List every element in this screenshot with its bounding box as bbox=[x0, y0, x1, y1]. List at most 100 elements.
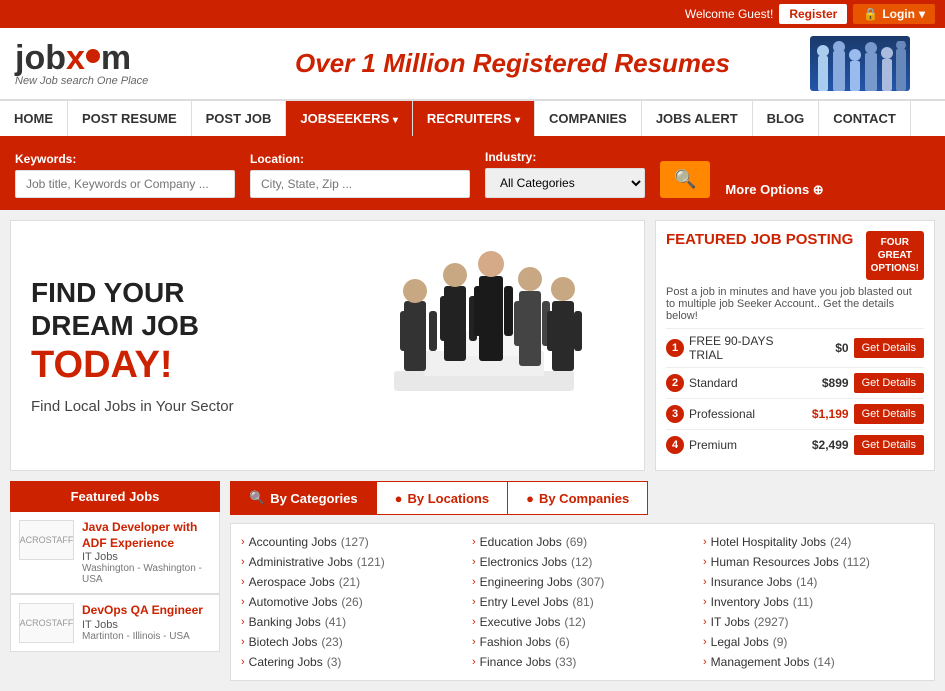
more-options-link[interactable]: More Options ⊕ bbox=[725, 182, 823, 198]
cat-label[interactable]: Executive Jobs bbox=[480, 615, 561, 629]
nav-jobs-alert[interactable]: JOBS ALERT bbox=[642, 101, 753, 136]
category-item[interactable]: › Biotech Jobs (23) bbox=[241, 632, 462, 652]
cat-arrow-icon: › bbox=[703, 556, 707, 568]
get-details-button[interactable]: Get Details bbox=[854, 373, 924, 393]
cat-label[interactable]: Electronics Jobs bbox=[480, 555, 567, 569]
cat-label[interactable]: Fashion Jobs bbox=[480, 635, 551, 649]
cat-arrow-icon: › bbox=[472, 596, 476, 608]
cat-label[interactable]: Engineering Jobs bbox=[480, 575, 573, 589]
category-item[interactable]: › Entry Level Jobs (81) bbox=[472, 592, 693, 612]
cat-arrow-icon: › bbox=[703, 636, 707, 648]
nav-post-job[interactable]: POST JOB bbox=[192, 101, 287, 136]
category-item[interactable]: › Aerospace Jobs (21) bbox=[241, 572, 462, 592]
category-item[interactable]: › Catering Jobs (3) bbox=[241, 652, 462, 672]
cat-label[interactable]: Legal Jobs bbox=[711, 635, 769, 649]
nav-home[interactable]: HOME bbox=[0, 101, 68, 136]
nav-companies[interactable]: COMPANIES bbox=[535, 101, 642, 136]
cat-arrow-icon: › bbox=[703, 536, 707, 548]
category-item[interactable]: › IT Jobs (2927) bbox=[703, 612, 924, 632]
category-item[interactable]: › Management Jobs (14) bbox=[703, 652, 924, 672]
job-title[interactable]: Java Developer with ADF Experience bbox=[82, 520, 211, 551]
cat-label[interactable]: Administrative Jobs bbox=[249, 555, 353, 569]
cat-arrow-icon: › bbox=[703, 616, 707, 628]
cat-label[interactable]: Management Jobs bbox=[711, 655, 810, 669]
cat-label[interactable]: Catering Jobs bbox=[249, 655, 323, 669]
industry-select[interactable]: All Categories bbox=[485, 168, 645, 198]
tab-by-categories[interactable]: 🔍 By Categories bbox=[230, 481, 377, 515]
location-input[interactable] bbox=[250, 170, 470, 198]
get-details-button[interactable]: Get Details bbox=[854, 338, 924, 358]
cat-count: (112) bbox=[843, 555, 870, 569]
job-title[interactable]: DevOps QA Engineer bbox=[82, 603, 203, 619]
categories-tabs: 🔍 By Categories ● By Locations ● By Comp… bbox=[230, 481, 935, 515]
logo-star bbox=[86, 49, 100, 63]
category-item[interactable]: › Hotel Hospitality Jobs (24) bbox=[703, 532, 924, 552]
keywords-input[interactable] bbox=[15, 170, 235, 198]
cat-count: (6) bbox=[555, 635, 570, 649]
category-item[interactable]: › Electronics Jobs (12) bbox=[472, 552, 693, 572]
register-button[interactable]: Register bbox=[779, 4, 847, 24]
cat-arrow-icon: › bbox=[241, 656, 245, 668]
plan-number: 1 bbox=[666, 339, 684, 357]
plan-number: 3 bbox=[666, 405, 684, 423]
category-item[interactable]: › Finance Jobs (33) bbox=[472, 652, 693, 672]
nav-jobseekers[interactable]: JOBSEEKERS ▾ bbox=[286, 101, 413, 136]
category-item[interactable]: › Accounting Jobs (127) bbox=[241, 532, 462, 552]
header-tagline-area: Over 1 Million Registered Resumes bbox=[215, 48, 810, 79]
category-item[interactable]: › Banking Jobs (41) bbox=[241, 612, 462, 632]
category-item[interactable]: › Executive Jobs (12) bbox=[472, 612, 693, 632]
cat-label[interactable]: Education Jobs bbox=[480, 535, 562, 549]
featured-posting-desc: Post a job in minutes and have you job b… bbox=[666, 286, 924, 322]
cat-label[interactable]: Accounting Jobs bbox=[249, 535, 337, 549]
category-item[interactable]: › Engineering Jobs (307) bbox=[472, 572, 693, 592]
header-image bbox=[810, 36, 930, 91]
category-item[interactable]: › Fashion Jobs (6) bbox=[472, 632, 693, 652]
cat-label[interactable]: IT Jobs bbox=[711, 615, 750, 629]
location-field: Location: bbox=[250, 152, 470, 198]
hero-subtitle: Find Local Jobs in Your Sector bbox=[31, 398, 234, 415]
cat-label[interactable]: Aerospace Jobs bbox=[249, 575, 335, 589]
category-item[interactable]: › Education Jobs (69) bbox=[472, 532, 693, 552]
nav-post-resume[interactable]: POST RESUME bbox=[68, 101, 192, 136]
cat-arrow-icon: › bbox=[472, 656, 476, 668]
category-item[interactable]: › Legal Jobs (9) bbox=[703, 632, 924, 652]
cat-count: (11) bbox=[793, 595, 813, 609]
tab-by-companies[interactable]: ● By Companies bbox=[508, 481, 648, 515]
cat-label[interactable]: Insurance Jobs bbox=[711, 575, 792, 589]
cat-label[interactable]: Hotel Hospitality Jobs bbox=[711, 535, 826, 549]
get-details-button[interactable]: Get Details bbox=[854, 435, 924, 455]
cat-label[interactable]: Banking Jobs bbox=[249, 615, 321, 629]
login-button[interactable]: 🔒 Login ▾ bbox=[853, 4, 935, 24]
job-location: Martinton - Illinois - USA bbox=[82, 631, 203, 642]
nav-recruiters[interactable]: RECRUITERS ▾ bbox=[413, 101, 535, 136]
hero-line1: FIND YOUR bbox=[31, 277, 185, 308]
plan-price: $1,199 bbox=[804, 407, 849, 421]
get-details-button[interactable]: Get Details bbox=[854, 404, 924, 424]
job-card-1: ACROSTAFF Java Developer with ADF Experi… bbox=[10, 512, 220, 594]
category-item[interactable]: › Inventory Jobs (11) bbox=[703, 592, 924, 612]
pricing-row-4: 4 Premium $2,499 Get Details bbox=[666, 429, 924, 460]
category-item[interactable]: › Human Resources Jobs (112) bbox=[703, 552, 924, 572]
cat-label[interactable]: Inventory Jobs bbox=[711, 595, 789, 609]
category-item[interactable]: › Insurance Jobs (14) bbox=[703, 572, 924, 592]
nav-blog[interactable]: BLOG bbox=[753, 101, 820, 136]
category-item[interactable]: › Administrative Jobs (121) bbox=[241, 552, 462, 572]
plan-number: 2 bbox=[666, 374, 684, 392]
location-icon: ● bbox=[395, 491, 403, 506]
featured-jobs-header: Featured Jobs bbox=[10, 481, 220, 512]
cat-label[interactable]: Biotech Jobs bbox=[249, 635, 318, 649]
cat-label[interactable]: Entry Level Jobs bbox=[480, 595, 569, 609]
cat-count: (12) bbox=[571, 555, 592, 569]
industry-label: Industry: bbox=[485, 150, 645, 164]
four-great-badge: FOURGREATOPTIONS! bbox=[866, 231, 924, 280]
nav-contact[interactable]: CONTACT bbox=[819, 101, 911, 136]
category-column-3: › Hotel Hospitality Jobs (24) › Human Re… bbox=[698, 532, 929, 672]
cat-label[interactable]: Human Resources Jobs bbox=[711, 555, 839, 569]
hero-heading: FIND YOUR DREAM JOB TODAY! bbox=[31, 276, 234, 389]
tab-by-locations[interactable]: ● By Locations bbox=[377, 481, 508, 515]
cat-label[interactable]: Automotive Jobs bbox=[249, 595, 338, 609]
category-item[interactable]: › Automotive Jobs (26) bbox=[241, 592, 462, 612]
cat-count: (33) bbox=[555, 655, 576, 669]
search-button[interactable]: 🔍 bbox=[660, 161, 710, 198]
cat-label[interactable]: Finance Jobs bbox=[480, 655, 551, 669]
